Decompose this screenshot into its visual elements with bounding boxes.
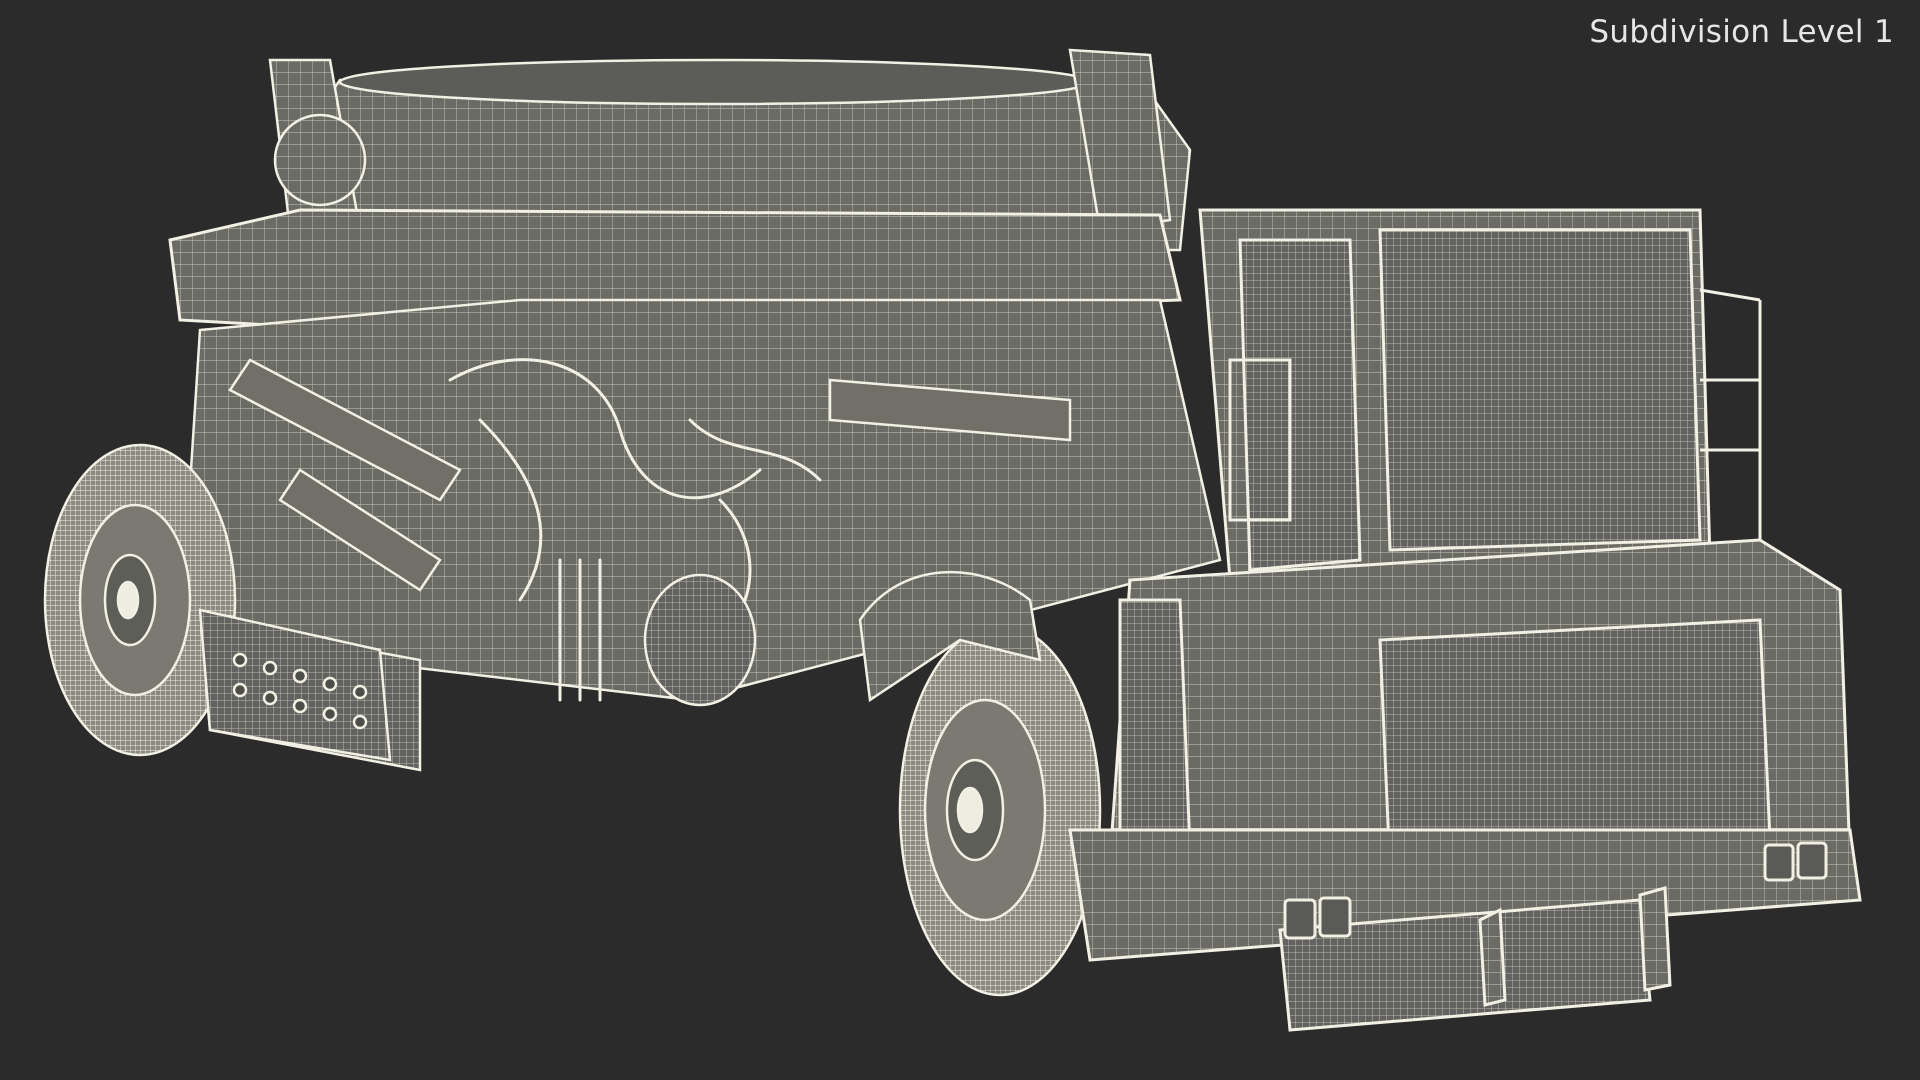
wireframe-vehicle-render [43, 48, 1862, 1032]
fuel-tank [643, 573, 757, 707]
rear-wheel [43, 443, 237, 757]
front-bumper [1068, 828, 1862, 1032]
operator-cab [1198, 208, 1762, 582]
front-wheel [898, 623, 1102, 997]
